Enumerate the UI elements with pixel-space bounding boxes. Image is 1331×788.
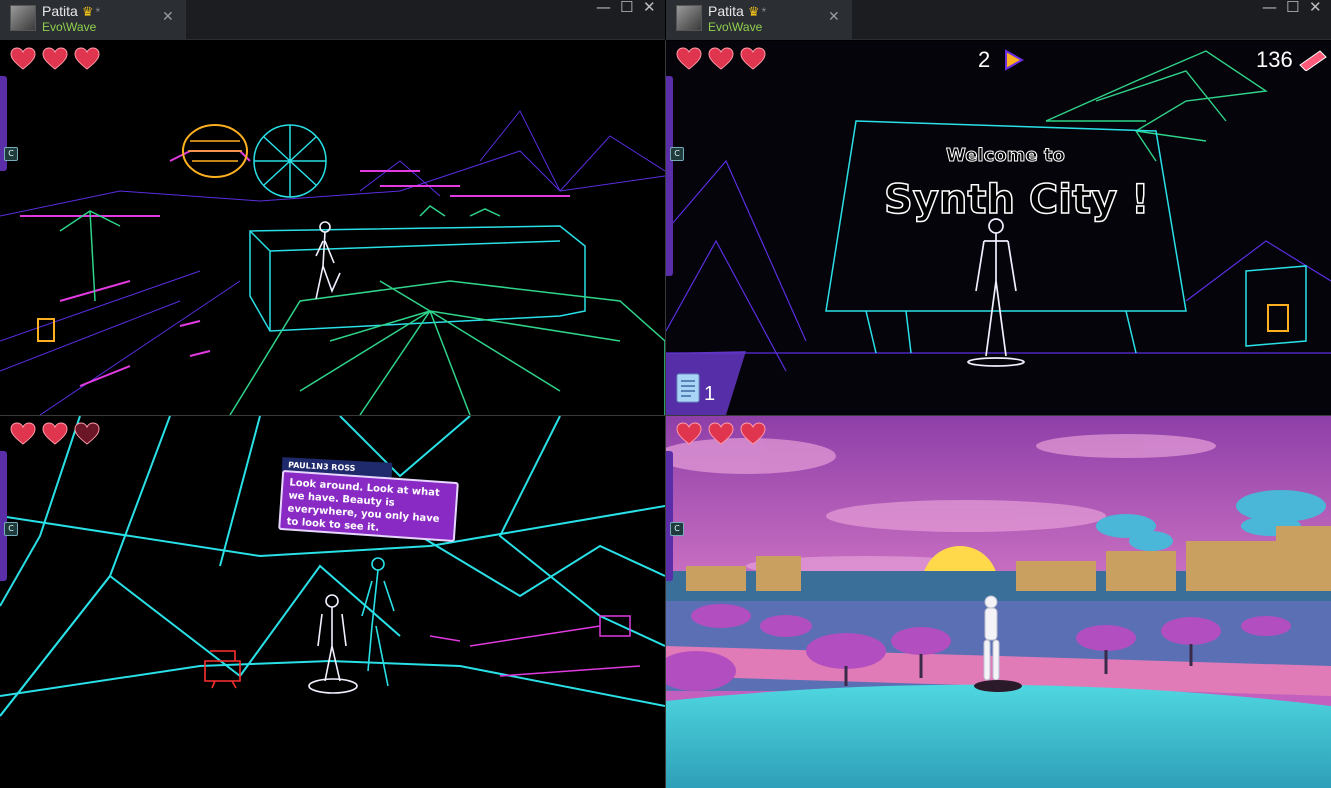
gem-counter: 136	[1256, 47, 1293, 72]
pane-divider-horizontal	[0, 415, 1331, 416]
window-titlebar-left: Patita ♛ * Evo\Wave ✕ — ☐ ✕	[0, 0, 665, 40]
dialog-bubble[interactable]: Look around. Look at what we have. Beaut…	[278, 469, 459, 543]
heart-full-icon	[676, 47, 702, 70]
game-view-top-right[interactable]: Welcome to Synth City ! 2 136 C 1	[666, 41, 1331, 415]
c-button[interactable]: C	[670, 147, 684, 161]
avatar	[676, 5, 702, 31]
avatar	[10, 5, 36, 31]
tab-close-icon[interactable]: ✕	[162, 9, 174, 25]
game-view-bottom-left[interactable]: C PAUL1N3 ROSS Look around. Look at what…	[0, 416, 665, 788]
modified-marker: *	[761, 5, 767, 19]
neon-scene-top-left	[0, 110, 665, 415]
landscape-scene-bottom-right	[666, 416, 1331, 788]
window-tab-left[interactable]: Patita ♛ * Evo\Wave ✕	[0, 0, 186, 40]
heart-empty-icon	[74, 422, 100, 445]
minimize-button[interactable]: —	[1262, 0, 1277, 16]
hearts-display	[676, 422, 766, 446]
minimize-button[interactable]: —	[596, 0, 611, 16]
c-button[interactable]: C	[4, 147, 18, 161]
user-name: Patita	[708, 3, 744, 19]
document-count: 1	[704, 383, 716, 405]
sign-welcome-text: Welcome to	[946, 145, 1066, 167]
crown-bird-icon: ♛	[747, 4, 760, 19]
user-name: Patita	[42, 3, 78, 19]
pane-divider-vertical	[665, 40, 666, 788]
play-token-icon	[1005, 49, 1024, 71]
document-icon[interactable]	[676, 373, 700, 403]
heart-full-icon	[708, 422, 734, 445]
c-button[interactable]: C	[670, 522, 684, 536]
hearts-display	[10, 47, 100, 71]
crown-bird-icon: ♛	[81, 4, 94, 19]
play-counter: 2	[978, 47, 991, 72]
heart-full-icon	[74, 47, 100, 70]
heart-full-icon	[708, 47, 734, 70]
game-view-bottom-right[interactable]: C	[666, 416, 1331, 788]
close-button[interactable]: ✕	[643, 0, 656, 16]
side-panel-handle[interactable]	[0, 451, 7, 581]
sign-title-text: Synth City !	[883, 176, 1150, 224]
maximize-button[interactable]: ☐	[620, 0, 633, 16]
heart-full-icon	[10, 422, 36, 445]
gem-bar-icon	[1299, 50, 1327, 71]
heart-full-icon	[10, 47, 36, 70]
tab-close-icon[interactable]: ✕	[828, 9, 840, 25]
game-view-top-left[interactable]: C	[0, 41, 665, 415]
window-tab-right[interactable]: Patita ♛ * Evo\Wave ✕	[666, 0, 852, 40]
close-button[interactable]: ✕	[1309, 0, 1322, 16]
window-titlebar-right: Patita ♛ * Evo\Wave ✕ — ☐ ✕	[666, 0, 1331, 40]
heart-full-icon	[42, 47, 68, 70]
neon-scene-top-right	[666, 41, 1331, 415]
heart-full-icon	[740, 47, 766, 70]
heart-full-icon	[676, 422, 702, 445]
heart-full-icon	[740, 422, 766, 445]
app-path: Evo\Wave	[42, 20, 97, 34]
modified-marker: *	[95, 5, 101, 19]
app-path: Evo\Wave	[708, 20, 763, 34]
heart-full-icon	[42, 422, 68, 445]
side-panel-handle[interactable]	[666, 76, 673, 276]
hearts-display	[676, 47, 766, 71]
hearts-display	[10, 422, 100, 446]
side-panel-handle[interactable]	[666, 451, 673, 581]
maximize-button[interactable]: ☐	[1286, 0, 1299, 16]
c-button[interactable]: C	[4, 522, 18, 536]
